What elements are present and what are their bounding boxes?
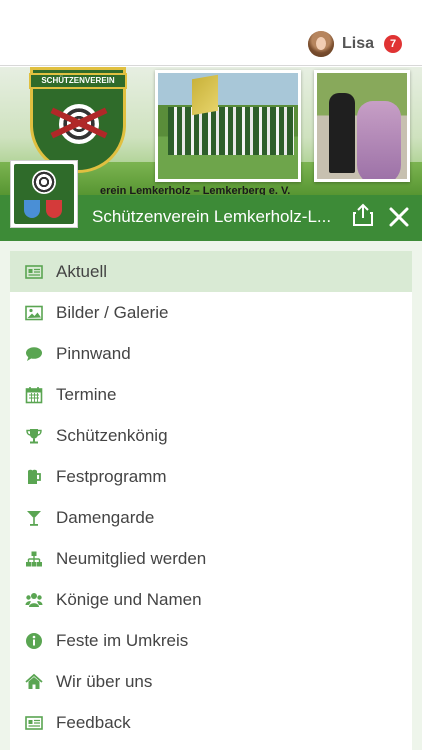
menu-item-feste-im-umkreis[interactable]: Feste im Umkreis <box>10 620 412 661</box>
banner-caption: erein Lemkerholz – Lemkerberg e. V. <box>100 185 291 195</box>
beer-mug-icon <box>28 469 41 484</box>
menu-item-neumitglied[interactable]: Neumitglied werden <box>10 538 412 579</box>
menu-panel: Aktuell Bilder / Galerie Pinnwand Termin… <box>10 251 412 750</box>
newspaper-icon <box>25 264 43 279</box>
home-icon <box>25 673 43 689</box>
page-title: Schützenverein Lemkerholz-L... <box>92 207 332 226</box>
menu-item-label: Aktuell <box>56 261 108 281</box>
newspaper-icon <box>25 715 43 730</box>
avatar[interactable] <box>307 31 334 57</box>
top-bar: Lisa 7 <box>0 0 422 66</box>
user-profile[interactable]: Lisa 7 <box>307 30 402 58</box>
image-icon <box>25 305 43 320</box>
trophy-icon <box>26 428 42 443</box>
cocktail-glass-icon <box>27 510 41 526</box>
menu-item-label: Feedback <box>56 712 131 732</box>
calendar-icon <box>25 386 43 403</box>
menu-item-label: Termine <box>56 384 117 404</box>
notification-badge[interactable]: 7 <box>384 35 402 53</box>
banner-photo-royal-couple <box>314 70 410 182</box>
close-icon[interactable] <box>388 206 410 228</box>
menu-item-koenige-und-namen[interactable]: Könige und Namen <box>10 579 412 620</box>
info-icon <box>26 632 42 649</box>
menu-item-feedback[interactable]: Feedback <box>10 702 412 743</box>
menu-item-label: Neumitglied werden <box>56 548 207 568</box>
share-icon[interactable] <box>352 203 374 227</box>
club-crest: SCHÜTZENVEREIN <box>29 67 127 173</box>
menu-item-label: Bilder / Galerie <box>56 302 169 322</box>
menu-item-bilder-galerie[interactable]: Bilder / Galerie <box>10 292 412 333</box>
menu-item-label: Damengarde <box>56 507 155 527</box>
banner-photo-parade <box>155 70 301 182</box>
username[interactable]: Lisa <box>342 35 374 53</box>
side-menu: Aktuell Bilder / Galerie Pinnwand Termin… <box>0 241 422 750</box>
menu-item-schuetzenkoenig[interactable]: Schützenkönig <box>10 415 412 456</box>
menu-item-pinnwand[interactable]: Pinnwand <box>10 333 412 374</box>
sitemap-icon <box>26 551 42 566</box>
menu-item-termine[interactable]: Termine <box>10 374 412 415</box>
club-logo <box>10 160 78 228</box>
menu-item-label: Wir über uns <box>56 671 153 691</box>
menu-item-wir-ueber-uns[interactable]: Wir über uns <box>10 661 412 702</box>
users-icon <box>25 592 43 607</box>
menu-item-aktuell[interactable]: Aktuell <box>10 251 412 292</box>
menu-item-damengarde[interactable]: Damengarde <box>10 497 412 538</box>
menu-item-festprogramm[interactable]: Festprogramm <box>10 456 412 497</box>
menu-item-label: Pinnwand <box>56 343 131 363</box>
menu-item-label: Feste im Umkreis <box>56 630 189 650</box>
crest-ribbon: SCHÜTZENVEREIN <box>29 73 127 89</box>
menu-item-label: Könige und Namen <box>56 589 202 609</box>
comment-icon <box>26 346 42 361</box>
menu-item-label: Festprogramm <box>56 466 167 486</box>
menu-item-label: Schützenkönig <box>56 425 168 445</box>
